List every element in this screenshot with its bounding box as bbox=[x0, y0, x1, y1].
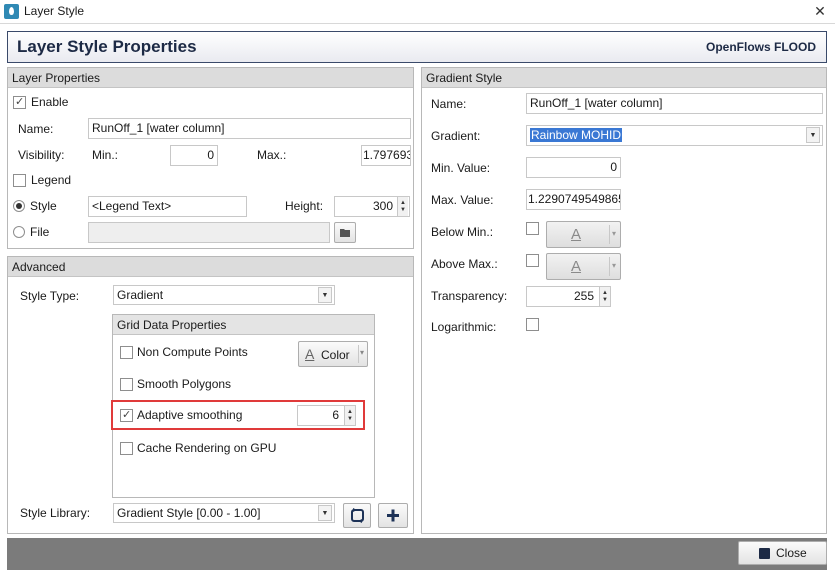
gradient-name-label: Name: bbox=[431, 97, 467, 111]
style-type-select[interactable]: Gradient bbox=[113, 285, 335, 305]
group-heading: Advanced bbox=[8, 257, 413, 277]
browse-folder-button[interactable] bbox=[334, 222, 356, 243]
gradient-style-group: Gradient Style Name: RunOff_1 [water col… bbox=[421, 67, 827, 534]
transparency-label: Transparency: bbox=[431, 289, 508, 303]
visibility-min-input[interactable]: 0 bbox=[170, 145, 218, 166]
file-radio[interactable] bbox=[13, 226, 25, 238]
dialog-title: Layer Style Properties bbox=[17, 37, 197, 56]
refresh-icon bbox=[351, 508, 364, 523]
below-min-label: Below Min.: bbox=[431, 225, 494, 239]
legend-text-input[interactable]: <Legend Text> bbox=[88, 196, 247, 217]
legend-label: Legend bbox=[31, 173, 72, 187]
font-color-icon: A bbox=[571, 226, 582, 243]
min-value-label: Min. Value: bbox=[431, 161, 491, 175]
legend-checkbox[interactable] bbox=[13, 174, 26, 187]
file-label: File bbox=[30, 225, 50, 239]
font-color-icon: A bbox=[571, 258, 582, 275]
above-max-color-button[interactable]: A ▾ bbox=[546, 253, 621, 280]
above-max-checkbox[interactable] bbox=[526, 254, 539, 267]
add-style-button[interactable] bbox=[378, 503, 408, 528]
brand-label: OpenFlows FLOOD bbox=[706, 40, 816, 54]
style-label: Style bbox=[30, 199, 57, 213]
style-type-label: Style Type: bbox=[20, 289, 80, 303]
style-radio[interactable] bbox=[13, 200, 25, 212]
below-min-checkbox[interactable] bbox=[526, 222, 539, 235]
cache-gpu-checkbox[interactable] bbox=[120, 442, 133, 455]
smooth-polygons-checkbox[interactable] bbox=[120, 378, 133, 391]
font-color-icon: A bbox=[305, 346, 315, 362]
chevron-down-icon[interactable]: ▼ bbox=[318, 287, 332, 303]
window-close-icon[interactable]: ✕ bbox=[812, 3, 828, 19]
gradient-select[interactable]: Rainbow MOHID bbox=[526, 125, 823, 146]
color-button-label: Color bbox=[321, 348, 350, 362]
max-value-input[interactable]: 1.2290749549865 bbox=[526, 189, 621, 210]
chevron-down-icon[interactable]: ▼ bbox=[806, 127, 820, 143]
chevron-down-icon: ▾ bbox=[612, 229, 617, 238]
folder-icon bbox=[340, 229, 350, 237]
file-path-input[interactable] bbox=[88, 222, 330, 243]
adaptive-smoothing-spinner[interactable]: ▲ ▼ bbox=[344, 406, 355, 425]
refresh-library-button[interactable] bbox=[343, 503, 371, 528]
adaptive-smoothing-checkbox[interactable] bbox=[120, 408, 133, 422]
style-library-select[interactable]: Gradient Style [0.00 - 1.00] bbox=[113, 503, 335, 523]
non-compute-label: Non Compute Points bbox=[137, 345, 248, 359]
min-label: Min.: bbox=[92, 148, 119, 162]
enable-checkbox[interactable] bbox=[13, 95, 26, 109]
non-compute-color-button[interactable]: A Color ▾ bbox=[298, 341, 368, 367]
dialog-footer: Close bbox=[7, 538, 827, 570]
window-title: Layer Style bbox=[24, 4, 85, 18]
visibility-max-input[interactable]: 1.797693 bbox=[361, 145, 411, 166]
cache-gpu-label: Cache Rendering on GPU bbox=[137, 441, 277, 455]
gradient-name-input[interactable]: RunOff_1 [water column] bbox=[526, 93, 823, 114]
window-titlebar bbox=[0, 0, 835, 24]
group-heading: Gradient Style bbox=[422, 68, 826, 88]
chevron-down-icon: ▾ bbox=[612, 261, 617, 270]
transparency-spinner[interactable]: ▲ ▼ bbox=[599, 287, 610, 306]
logarithmic-checkbox[interactable] bbox=[526, 318, 539, 331]
gradient-selected-value: Rainbow MOHID bbox=[530, 128, 623, 142]
close-square-icon bbox=[759, 548, 770, 559]
layer-properties-group: Layer Properties Enable Name: RunOff_1 [… bbox=[7, 67, 414, 249]
button-divider bbox=[609, 225, 610, 244]
grid-data-group: Grid Data Properties Non Compute Points … bbox=[111, 314, 375, 498]
advanced-group: Advanced Style Type: Gradient ▼ Grid Dat… bbox=[7, 256, 414, 534]
button-divider bbox=[358, 345, 359, 363]
height-label: Height: bbox=[285, 199, 324, 213]
max-label: Max.: bbox=[257, 148, 287, 162]
above-max-label: Above Max.: bbox=[431, 257, 498, 271]
app-drop-icon bbox=[4, 4, 19, 19]
gradient-label: Gradient: bbox=[431, 129, 481, 143]
close-button[interactable]: Close bbox=[738, 541, 827, 565]
max-value-label: Max. Value: bbox=[431, 193, 494, 207]
name-label: Name: bbox=[18, 122, 54, 136]
smooth-polygons-label: Smooth Polygons bbox=[137, 377, 232, 391]
height-spinner[interactable]: ▲ ▼ bbox=[397, 197, 408, 216]
group-heading: Layer Properties bbox=[8, 68, 413, 88]
plus-icon bbox=[387, 509, 399, 522]
adaptive-smoothing-label: Adaptive smoothing bbox=[137, 408, 243, 422]
chevron-down-icon: ▾ bbox=[360, 348, 365, 357]
chevron-down-icon[interactable]: ▼ bbox=[318, 505, 332, 521]
visibility-label: Visibility: bbox=[18, 148, 65, 162]
non-compute-checkbox[interactable] bbox=[120, 346, 133, 359]
layer-name-input[interactable]: RunOff_1 [water column] bbox=[88, 118, 411, 139]
below-min-color-button[interactable]: A ▾ bbox=[546, 221, 621, 248]
logarithmic-label: Logarithmic: bbox=[431, 320, 497, 334]
enable-label: Enable bbox=[31, 95, 69, 109]
style-library-label: Style Library: bbox=[20, 506, 91, 520]
group-heading: Grid Data Properties bbox=[113, 315, 374, 335]
dialog-header: Layer Style Properties OpenFlows FLOOD bbox=[7, 31, 827, 63]
button-divider bbox=[609, 257, 610, 276]
min-value-input[interactable]: 0 bbox=[526, 157, 621, 178]
close-button-label: Close bbox=[776, 546, 807, 560]
